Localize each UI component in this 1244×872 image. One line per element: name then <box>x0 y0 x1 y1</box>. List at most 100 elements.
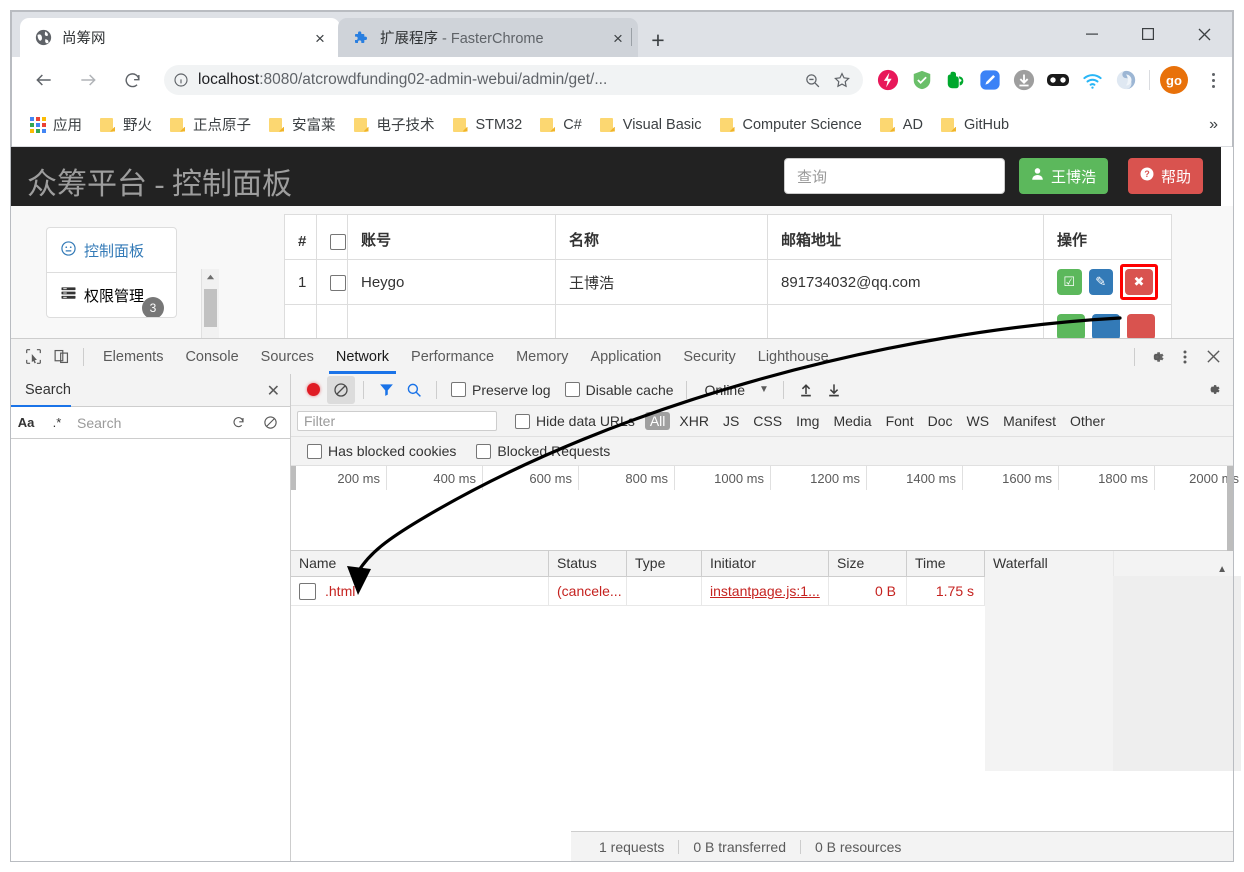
scroll-up-arrow-icon[interactable] <box>202 269 219 286</box>
blue-pen-extension-icon[interactable] <box>973 63 1007 97</box>
tab-console[interactable]: Console <box>174 340 249 374</box>
column-header-time[interactable]: Time <box>907 551 985 576</box>
tab-elements[interactable]: Elements <box>92 340 174 374</box>
disable-cache-option[interactable]: Disable cache <box>564 382 674 398</box>
bookmark-folder-6[interactable]: C# <box>532 111 590 139</box>
bookmark-folder-4[interactable]: 电子技术 <box>346 111 443 139</box>
user-button[interactable]: 王博浩 <box>1019 158 1109 194</box>
type-filter-js[interactable]: JS <box>718 412 744 430</box>
timeline-right-handle[interactable] <box>1227 466 1233 551</box>
help-button[interactable]: ? 帮助 <box>1128 158 1204 194</box>
bookmark-apps[interactable]: 应用 <box>22 111 90 139</box>
record-dot-icon[interactable] <box>299 376 327 404</box>
preserve-log-checkbox[interactable] <box>451 382 466 397</box>
throttling-select[interactable]: Online <box>705 382 745 398</box>
star-icon[interactable] <box>827 66 857 94</box>
scrollbar-thumb[interactable] <box>204 289 217 327</box>
download-circle-extension-icon[interactable] <box>1007 63 1041 97</box>
browser-tab-1[interactable]: 尚筹网 × <box>20 18 340 57</box>
request-initiator[interactable]: instantpage.js:1... <box>702 577 829 605</box>
column-header-waterfall[interactable]: Waterfall ▲ <box>985 551 1233 576</box>
type-filter-font[interactable]: Font <box>881 412 919 430</box>
evernote-elephant-extension-icon[interactable] <box>939 63 973 97</box>
avatar[interactable]: go <box>1160 66 1188 94</box>
blocked-requests-option[interactable]: Blocked Requests <box>476 443 610 459</box>
type-filter-other[interactable]: Other <box>1065 412 1110 430</box>
row-checkbox[interactable] <box>330 274 346 291</box>
refresh-icon[interactable] <box>224 409 252 437</box>
network-timeline[interactable]: 200 ms 400 ms 600 ms 800 ms 1000 ms 1200… <box>291 466 1239 551</box>
close-button[interactable] <box>1176 12 1232 56</box>
hide-data-urls-checkbox[interactable] <box>515 413 530 429</box>
tab-network[interactable]: Network <box>325 340 400 374</box>
close-icon[interactable]: ✕ <box>267 381 280 401</box>
type-filter-ws[interactable]: WS <box>962 412 995 430</box>
browser-tab-2[interactable]: 扩展程序 - FasterChrome × <box>338 18 638 57</box>
dark-glasses-extension-icon[interactable] <box>1041 63 1075 97</box>
clear-icon[interactable] <box>256 409 284 437</box>
search-input[interactable]: 查询 <box>784 158 1005 194</box>
funnel-icon[interactable] <box>372 376 400 404</box>
maximize-button[interactable] <box>1120 12 1176 56</box>
tab-memory[interactable]: Memory <box>505 340 579 374</box>
select-all-checkbox[interactable] <box>330 234 346 250</box>
bookmark-folder-5[interactable]: STM32 <box>445 111 531 139</box>
match-case-button[interactable]: Aa <box>11 415 41 430</box>
minimize-button[interactable] <box>1064 12 1120 56</box>
address-bar[interactable]: localhost:8080/atcrowdfunding02-admin-we… <box>164 65 863 95</box>
info-circle-icon[interactable] <box>164 72 198 88</box>
download-arrow-icon[interactable] <box>820 376 848 404</box>
tab-security[interactable]: Security <box>672 340 746 374</box>
tab-close-button[interactable]: × <box>608 28 628 48</box>
gear-icon[interactable] <box>1143 343 1171 371</box>
zoom-out-icon[interactable] <box>797 66 827 94</box>
upload-arrow-icon[interactable] <box>792 376 820 404</box>
search-input[interactable]: Search <box>73 415 220 431</box>
device-toolbar-icon[interactable] <box>47 343 75 371</box>
request-checkbox[interactable] <box>299 582 316 600</box>
reload-icon[interactable] <box>112 60 152 100</box>
three-dot-menu-icon[interactable] <box>1171 343 1199 371</box>
sort-ascending-icon[interactable]: ▲ <box>1217 557 1227 576</box>
filter-input[interactable]: Filter <box>297 411 497 431</box>
bookmark-folder-7[interactable]: Visual Basic <box>592 111 710 139</box>
chevron-down-icon[interactable]: ▼ <box>759 384 769 395</box>
type-filter-all[interactable]: All <box>644 412 671 430</box>
bookmark-folder-1[interactable]: 野火 <box>92 111 160 139</box>
type-filter-media[interactable]: Media <box>828 412 876 430</box>
bookmarks-overflow-button[interactable]: » <box>1209 116 1218 134</box>
clear-no-entry-icon[interactable] <box>327 375 355 404</box>
tab-performance[interactable]: Performance <box>400 340 505 374</box>
swirl-extension-icon[interactable] <box>1109 63 1143 97</box>
type-filter-css[interactable]: CSS <box>748 412 787 430</box>
tab-application[interactable]: Application <box>579 340 672 374</box>
blocked-requests-checkbox[interactable] <box>476 443 492 459</box>
type-filter-img[interactable]: Img <box>791 412 824 430</box>
column-header-name[interactable]: Name <box>291 551 549 576</box>
magnifier-icon[interactable] <box>400 376 428 404</box>
lightning-extension-icon[interactable] <box>871 63 905 97</box>
back-arrow-icon[interactable] <box>24 60 64 100</box>
has-blocked-cookies-checkbox[interactable] <box>307 443 322 459</box>
bookmark-folder-2[interactable]: 正点原子 <box>162 111 259 139</box>
check-button[interactable] <box>1057 314 1085 340</box>
tab-close-button[interactable]: × <box>310 28 330 48</box>
check-button[interactable]: ☑ <box>1057 269 1082 295</box>
column-header-status[interactable]: Status <box>549 551 627 576</box>
column-header-size[interactable]: Size <box>829 551 907 576</box>
type-filter-manifest[interactable]: Manifest <box>998 412 1061 430</box>
hide-data-urls-option[interactable]: Hide data URLs <box>515 413 635 429</box>
edit-button[interactable]: ✎ <box>1088 269 1113 295</box>
bookmark-folder-3[interactable]: 安富莱 <box>261 111 344 139</box>
tab-sources[interactable]: Sources <box>250 340 325 374</box>
edit-button[interactable] <box>1092 314 1120 340</box>
bookmark-folder-9[interactable]: AD <box>872 111 931 139</box>
has-blocked-cookies-option[interactable]: Has blocked cookies <box>307 443 456 459</box>
delete-button[interactable]: ✖ <box>1125 269 1153 295</box>
bookmark-folder-8[interactable]: Computer Science <box>712 111 870 139</box>
inspect-cursor-icon[interactable] <box>19 343 47 371</box>
forward-arrow-icon[interactable] <box>68 60 108 100</box>
three-dot-menu-icon[interactable] <box>1198 65 1228 95</box>
column-header-type[interactable]: Type <box>627 551 702 576</box>
new-tab-button[interactable]: + <box>644 28 672 52</box>
